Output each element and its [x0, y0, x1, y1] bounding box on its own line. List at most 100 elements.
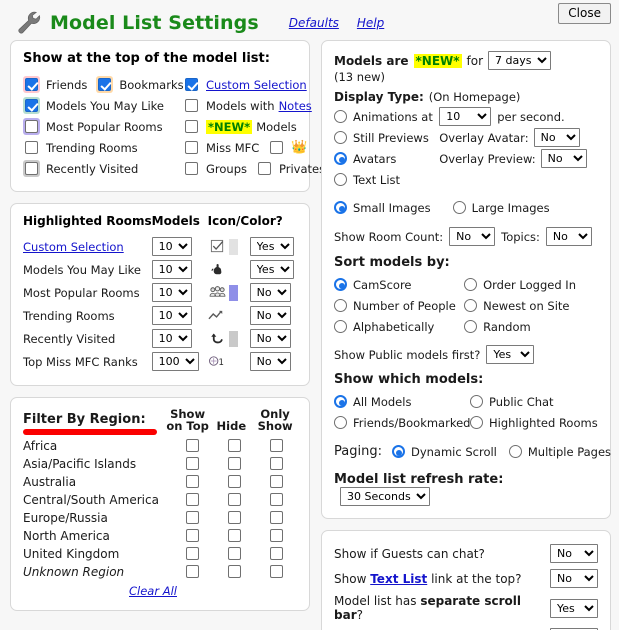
text-list-radio[interactable] [334, 173, 347, 186]
hr-models-select-top-miss-mfc-ranks[interactable]: 100 [151, 352, 199, 371]
region-central-south-america-only-show-checkbox[interactable] [269, 493, 283, 506]
which-all-models-radio[interactable] [334, 395, 347, 408]
miss-mfc-checkbox-wrap[interactable] [183, 139, 200, 156]
models-you-may-like-checkbox[interactable] [25, 99, 38, 112]
recently-visited-checkbox-wrap[interactable] [23, 160, 40, 177]
hr-color-select-trending-rooms[interactable]: No [249, 306, 291, 325]
region-europe-russia-hide-checkbox[interactable] [227, 511, 241, 524]
sort-alphabetically-radio[interactable] [334, 320, 347, 333]
region-unknown-region-only-show-checkbox[interactable] [269, 565, 283, 578]
hr-models-select-models-you-may-like[interactable]: 10 [151, 260, 192, 279]
which-friends-bookmarked-radio[interactable] [334, 416, 347, 429]
region-united-kingdom-hide-checkbox[interactable] [227, 547, 241, 560]
region-europe-russia-only-show-checkbox[interactable] [269, 511, 283, 524]
groups-checkbox[interactable] [185, 162, 198, 175]
region-united-kingdom-show-on-top-checkbox[interactable] [185, 547, 199, 560]
region-africa-show-on-top-checkbox[interactable] [185, 439, 199, 452]
text-list-link[interactable]: Text List [370, 572, 427, 586]
which-public-chat-radio[interactable] [470, 395, 483, 408]
region-unknown-region-show-on-top-checkbox[interactable] [185, 565, 199, 578]
defaults-link[interactable]: Defaults [289, 16, 339, 30]
privates-checkbox[interactable] [258, 162, 272, 175]
region-unknown-region-hide-checkbox[interactable] [227, 565, 241, 578]
refresh-rate-select[interactable]: 30 Seconds [340, 487, 430, 506]
sort-order-logged-in-radio[interactable] [464, 278, 478, 291]
region-asia-pacific-islands-show-on-top-checkbox[interactable] [185, 457, 199, 470]
region-australia-only-show-checkbox[interactable] [269, 475, 283, 488]
region-asia-pacific-islands-hide-checkbox[interactable] [227, 457, 241, 470]
hr-name-custom-selection[interactable]: Custom Selection [23, 240, 124, 254]
models-with-notes-checkbox[interactable] [185, 99, 198, 112]
hr-color-swatch-most-popular-rooms[interactable] [228, 284, 238, 301]
custom-selection-checkbox[interactable] [185, 78, 198, 91]
topics-select[interactable]: No [545, 227, 592, 246]
paging-multiple-pages-radio[interactable] [508, 445, 522, 458]
large-images-radio[interactable] [452, 201, 466, 214]
new-models-checkbox-wrap[interactable] [183, 118, 200, 135]
animations-radio[interactable] [334, 110, 347, 123]
models-with-notes-checkbox-wrap[interactable] [183, 97, 200, 114]
region-central-south-america-hide-checkbox[interactable] [227, 493, 241, 506]
notes-link[interactable]: Notes [279, 99, 312, 113]
separate-scroll-bar-select[interactable]: Yes [550, 598, 598, 618]
show-room-count-select[interactable]: No [449, 227, 496, 246]
region-central-south-america-show-on-top-checkbox[interactable] [185, 493, 199, 506]
sort-random-radio[interactable] [464, 320, 478, 333]
groups-checkbox-wrap[interactable] [183, 160, 200, 177]
region-north-america-hide-checkbox[interactable] [227, 529, 241, 542]
paging-dynamic-scroll-radio[interactable] [391, 445, 405, 458]
hr-models-select-most-popular-rooms[interactable]: 10 [151, 283, 192, 302]
hr-color-select-recently-visited[interactable]: No [249, 329, 291, 348]
custom-selection-link[interactable]: Custom Selection [206, 78, 307, 92]
new-days-select[interactable]: 7 days [488, 51, 552, 70]
hr-models-select-recently-visited[interactable]: 10 [151, 329, 192, 348]
region-asia-pacific-islands-only-show-checkbox[interactable] [269, 457, 283, 470]
small-images-radio[interactable] [334, 201, 347, 214]
friends-checkbox-wrap[interactable] [23, 76, 40, 93]
sort-camscore-radio[interactable] [334, 278, 347, 291]
still-previews-radio[interactable] [334, 131, 347, 144]
region-united-kingdom-only-show-checkbox[interactable] [269, 547, 283, 560]
privates-checkbox-wrap[interactable] [256, 160, 273, 177]
sort-number-of-people-radio[interactable] [334, 299, 347, 312]
hr-color-select-top-miss-mfc-ranks[interactable]: No [249, 352, 291, 371]
miss-mfc-crown-checkbox-wrap[interactable] [268, 139, 285, 156]
trending-rooms-checkbox-wrap[interactable] [23, 139, 40, 156]
hr-color-swatch-custom-selection[interactable] [228, 238, 238, 255]
hr-models-select-trending-rooms[interactable]: 10 [151, 306, 192, 325]
overlay-avatar-select[interactable]: No [533, 128, 580, 147]
new-models-checkbox[interactable] [185, 120, 198, 133]
region-africa-hide-checkbox[interactable] [227, 439, 241, 452]
avatars-radio[interactable] [334, 152, 347, 165]
region-north-america-only-show-checkbox[interactable] [269, 529, 283, 542]
public-models-first-select[interactable]: Yes [486, 345, 535, 364]
miss-mfc-checkbox[interactable] [185, 141, 198, 154]
region-europe-russia-show-on-top-checkbox[interactable] [185, 511, 199, 524]
close-button[interactable]: Close [558, 3, 611, 24]
clear-all-link[interactable]: Clear All [23, 581, 283, 598]
hr-color-swatch-recently-visited[interactable] [228, 330, 238, 347]
hr-color-select-custom-selection[interactable]: Yes [249, 237, 294, 256]
models-you-may-like-checkbox-wrap[interactable] [23, 97, 40, 114]
region-australia-show-on-top-checkbox[interactable] [185, 475, 199, 488]
bookmarks-checkbox[interactable] [98, 78, 112, 91]
hr-models-select-custom-selection[interactable]: 10 [151, 237, 192, 256]
hr-color-select-most-popular-rooms[interactable]: No [249, 283, 291, 302]
region-australia-hide-checkbox[interactable] [227, 475, 241, 488]
region-north-america-show-on-top-checkbox[interactable] [185, 529, 199, 542]
trending-rooms-checkbox[interactable] [25, 141, 38, 154]
friends-checkbox[interactable] [25, 78, 38, 91]
help-link[interactable]: Help [357, 16, 384, 30]
text-list-link-select[interactable]: No [550, 569, 598, 588]
most-popular-rooms-checkbox[interactable] [25, 120, 38, 133]
custom-selection-checkbox-wrap[interactable] [183, 76, 200, 93]
hr-color-select-models-you-may-like[interactable]: Yes [249, 260, 294, 279]
recently-visited-checkbox[interactable] [25, 162, 38, 175]
region-africa-only-show-checkbox[interactable] [269, 439, 283, 452]
sort-newest-on-site-radio[interactable] [464, 299, 478, 312]
overlay-preview-select[interactable]: No [540, 149, 587, 168]
which-highlighted-rooms-radio[interactable] [470, 416, 483, 429]
miss-mfc-crown-checkbox[interactable] [270, 141, 284, 154]
bookmarks-checkbox-wrap[interactable] [96, 76, 114, 93]
guests-can-chat-select[interactable]: No [550, 544, 598, 563]
